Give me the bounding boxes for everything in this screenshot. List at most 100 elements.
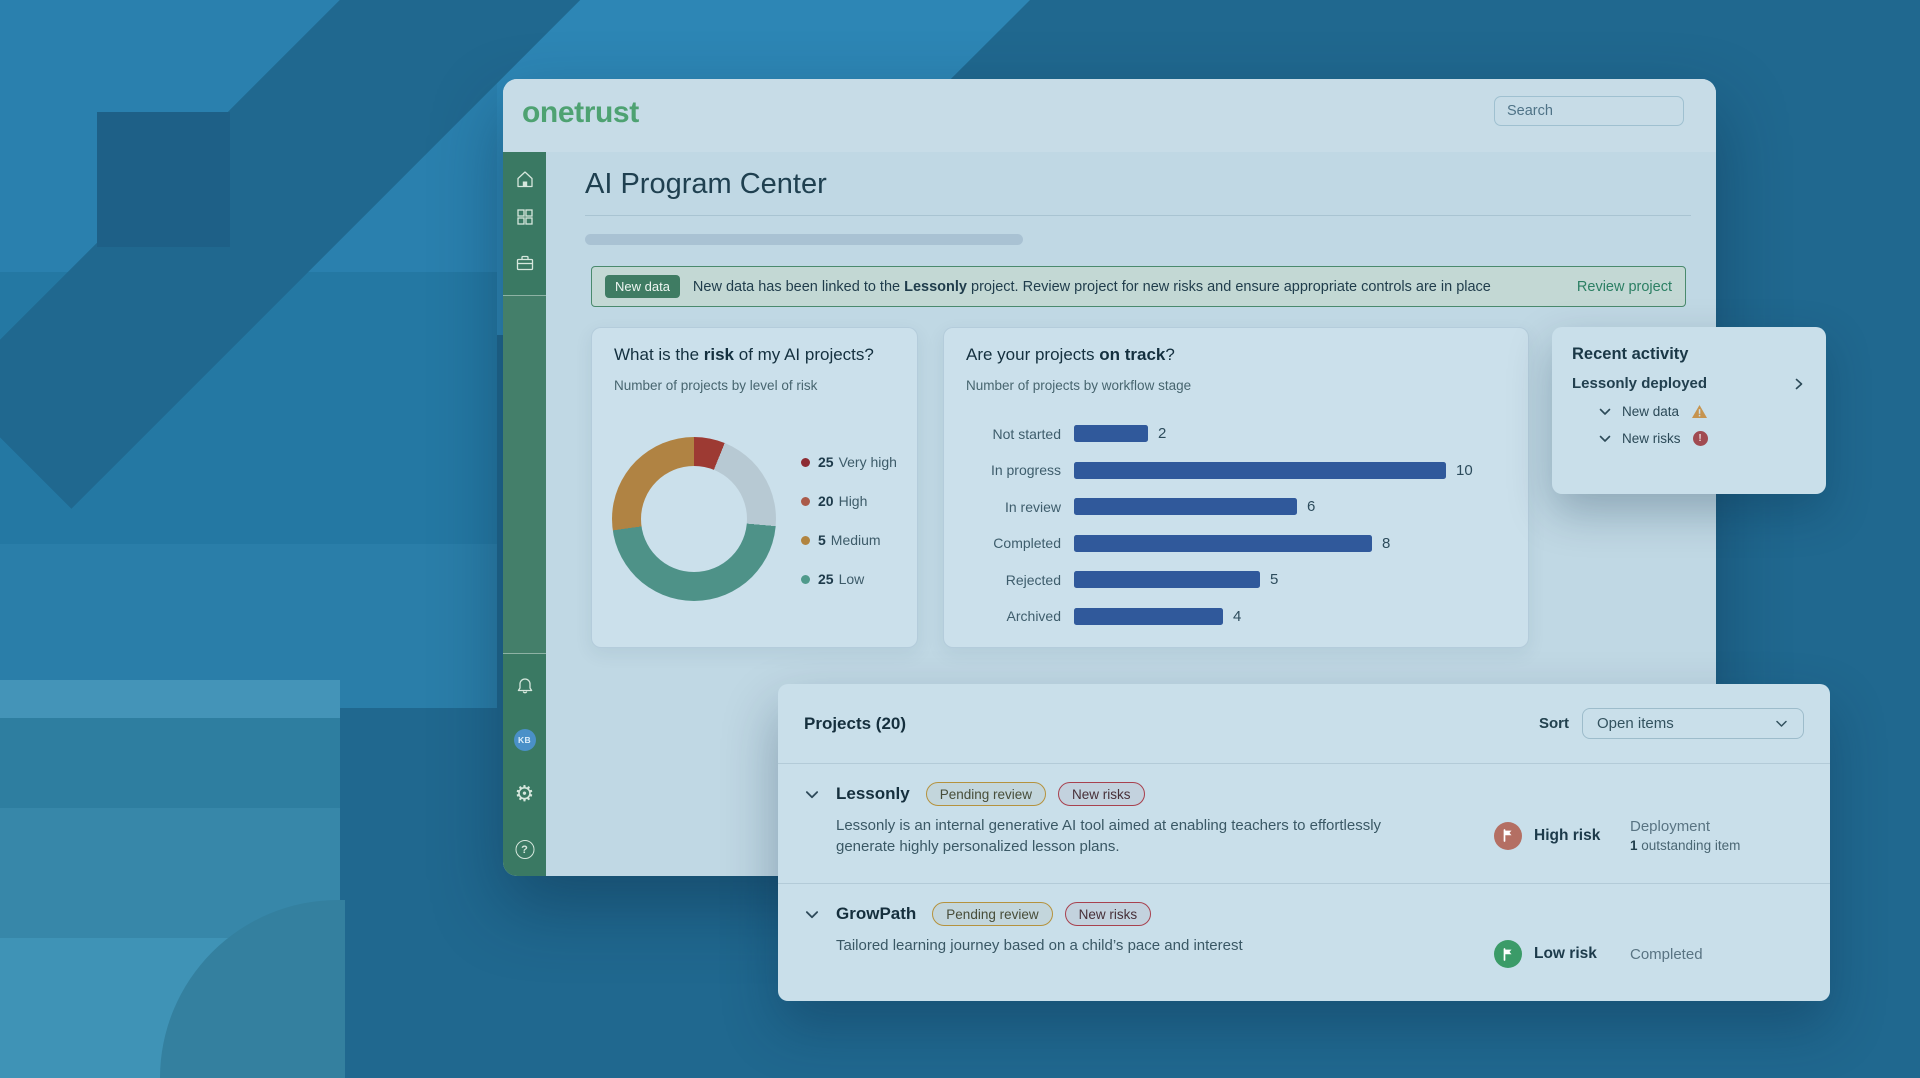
chevron-down-icon[interactable] (804, 907, 820, 923)
recent-item[interactable]: New risks ! (1598, 431, 1806, 446)
recent-event-row[interactable]: Lessonly deployed (1572, 375, 1806, 392)
review-project-link[interactable]: Review project (1577, 279, 1672, 295)
help-icon[interactable]: ? (515, 840, 534, 859)
bar-row: Archived 4 (944, 608, 1512, 625)
risk-legend: 25Very high20High5Medium25Low (801, 452, 897, 608)
charts-row: What is the risk of my AI projects? Numb… (591, 327, 1716, 648)
chevron-down-icon[interactable] (804, 787, 820, 803)
sidebar-scroll-track (503, 295, 546, 654)
bar-label: In progress (944, 462, 1074, 478)
legend-item: 25Low (801, 569, 897, 589)
projects-panel: Projects (20) Sort Open items Lessonly Pe… (778, 684, 1830, 1001)
project-name[interactable]: GrowPath (836, 904, 916, 924)
project-name[interactable]: Lessonly (836, 784, 910, 804)
track-card-subtitle: Number of projects by workflow stage (966, 378, 1528, 393)
project-main: LessonlyPending reviewNew risks Lessonly… (836, 782, 1494, 883)
sort-label: Sort (1539, 715, 1569, 732)
recent-activity-panel: Recent activity Lessonly deployed New da… (1552, 327, 1826, 494)
projects-header: Projects (20) Sort Open items (778, 684, 1830, 763)
bar-label: Rejected (944, 572, 1074, 588)
risk-level-label: Low risk (1534, 945, 1612, 963)
track-card-title: Are your projects on track? (966, 345, 1528, 365)
page-title: AI Program Center (585, 168, 1691, 216)
recent-item-label: New risks (1622, 431, 1681, 446)
app-header: onetrust (503, 79, 1716, 152)
sort-selected-value: Open items (1597, 715, 1674, 732)
bar-label: Completed (944, 535, 1074, 551)
bar-row: In review 6 (944, 498, 1512, 515)
legend-item: 25Very high (801, 452, 897, 472)
bar-value: 6 (1307, 498, 1315, 515)
recent-event-label: Lessonly deployed (1572, 375, 1707, 392)
warning-triangle-icon (1691, 404, 1708, 419)
recent-activity-title: Recent activity (1572, 345, 1806, 364)
new-data-badge: New data (605, 275, 680, 298)
flag-icon (1501, 947, 1515, 962)
loading-skeleton-bar (585, 234, 1023, 245)
projects-title: Projects (20) (804, 714, 906, 734)
bar-row: Not started2 (944, 425, 1512, 442)
legend-dot (801, 458, 810, 467)
stage-column: Completed (1630, 946, 1703, 963)
project-status: Low risk Completed (1494, 908, 1804, 1000)
badge-risk: New risks (1065, 902, 1152, 926)
workflow-chart-card: Are your projects on track? Number of pr… (943, 327, 1529, 648)
risk-flag-circle (1494, 822, 1522, 850)
badge-pending: Pending review (932, 902, 1052, 926)
legend-item: 20High (801, 491, 897, 511)
search-input[interactable] (1495, 103, 1694, 119)
risk-level-label: High risk (1534, 827, 1612, 845)
alert-circle-icon: ! (1693, 431, 1708, 446)
bar (1074, 425, 1148, 442)
donut-hole (641, 466, 747, 572)
apps-grid-icon[interactable] (515, 207, 535, 227)
notification-banner: New data New data has been linked to the… (591, 266, 1686, 307)
chevron-right-icon[interactable] (1792, 377, 1806, 391)
sort-control: Sort Open items (1539, 708, 1804, 739)
stage-detail: 1 outstanding item (1630, 838, 1740, 853)
legend-dot (801, 575, 810, 584)
settings-gear-icon[interactable]: ⚙ (515, 783, 535, 805)
stage-name: Deployment (1630, 818, 1740, 835)
badge-pending: Pending review (926, 782, 1046, 806)
project-main: GrowPath Pending review New risks Tailored… (836, 902, 1494, 1000)
bg-stripe (0, 718, 340, 808)
stage-column: Deployment 1 outstanding item (1630, 818, 1740, 853)
chevron-down-icon[interactable] (1598, 432, 1612, 446)
stage-name: Completed (1630, 946, 1703, 963)
recent-item[interactable]: New data (1598, 404, 1806, 419)
project-status: High risk Deployment 1 outstanding item (1494, 788, 1804, 883)
project-row: GrowPath Pending review New risks Tailored… (778, 883, 1830, 1000)
bar-label: Archived (944, 608, 1074, 624)
bar-value: 2 (1158, 425, 1166, 442)
home-icon[interactable] (514, 169, 535, 190)
search-box[interactable] (1494, 96, 1684, 126)
bg-dark-square (97, 112, 230, 247)
recent-items: New data New risks ! (1572, 404, 1806, 446)
banner-message: New data has been linked to the Lessonly… (693, 279, 1491, 295)
risk-card-subtitle: Number of projects by level of risk (614, 378, 917, 393)
avatar-initials: KB (514, 729, 536, 751)
sort-select-dropdown[interactable]: Open items (1582, 708, 1804, 739)
project-description: Tailored learning journey based on a chi… (836, 935, 1406, 956)
bar-label: In review (944, 499, 1074, 515)
user-avatar[interactable]: KB (514, 729, 536, 751)
legend-dot (801, 497, 810, 506)
chevron-down-icon (1774, 716, 1789, 731)
bar-value: 4 (1233, 608, 1241, 625)
risk-flag-circle (1494, 940, 1522, 968)
recent-item-label: New data (1622, 404, 1679, 419)
bg-stripe (0, 680, 340, 718)
workflow-bar-chart: Not started2In progress10In review6Compl… (944, 425, 1512, 644)
bar (1074, 571, 1260, 588)
briefcase-icon[interactable] (514, 253, 535, 273)
flag-icon (1501, 828, 1515, 843)
projects-rows: LessonlyPending reviewNew risks Lessonly… (778, 763, 1830, 1000)
legend-dot (801, 536, 810, 545)
sidebar: KB ⚙ ? (503, 152, 546, 876)
chevron-down-icon[interactable] (1598, 405, 1612, 419)
bar (1074, 608, 1223, 625)
bar (1074, 462, 1446, 479)
notifications-bell-icon[interactable] (515, 676, 535, 697)
risk-chart-card: What is the risk of my AI projects? Numb… (591, 327, 918, 648)
